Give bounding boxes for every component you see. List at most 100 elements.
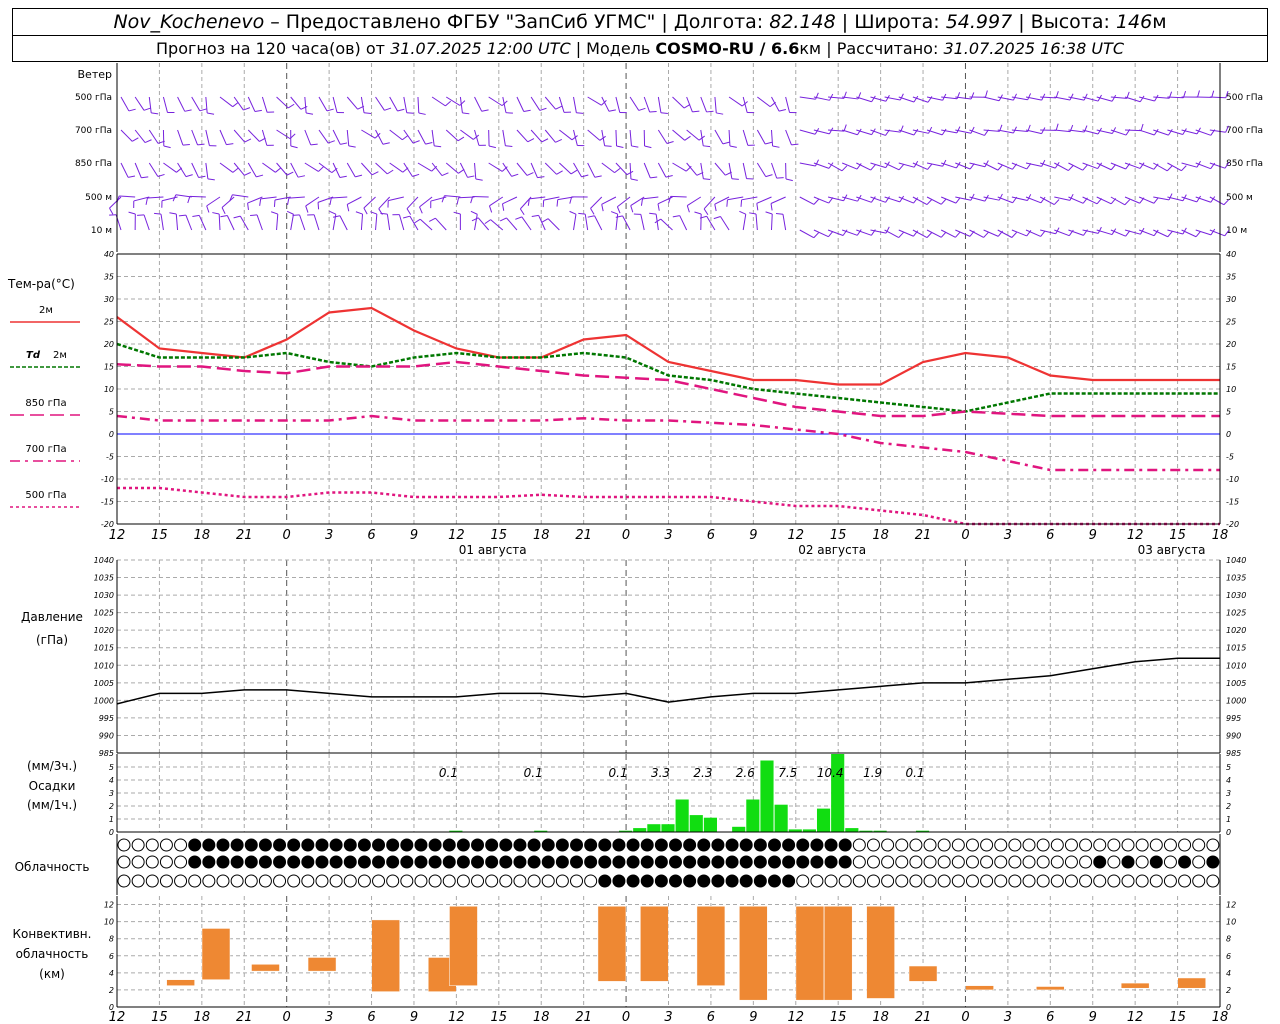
wind-barb-flag [630, 205, 634, 213]
x-tick-label: 18 [872, 528, 889, 543]
cloud-cover-symbol [357, 874, 371, 888]
x-tick-label: 21 [915, 528, 932, 543]
wind-barb [346, 96, 358, 110]
cloud-cover-symbol [838, 874, 852, 888]
cloud-cover-symbol [669, 855, 682, 869]
y-tick-label: 1000 [94, 696, 114, 705]
y-tick-label: 15 [104, 363, 114, 372]
wind-barb-flag [197, 143, 205, 146]
cloud-cover-symbol [711, 855, 725, 869]
cloud-cover-symbol [598, 855, 612, 869]
cloud-cover-symbol [1093, 855, 1107, 869]
wind-barb [388, 196, 404, 202]
wind-barb [720, 216, 730, 231]
wind-barb-flag [318, 166, 324, 172]
wind-barb-flag [683, 103, 691, 109]
wind-barb [983, 129, 1000, 132]
cloud-cover-symbol [400, 855, 414, 869]
wind-barb [1082, 129, 1099, 135]
wind-barb [175, 214, 179, 231]
x-tick-label-bottom: 15 [1169, 1010, 1186, 1024]
wind-barb [160, 214, 164, 231]
cloud-cover-symbol [145, 874, 159, 888]
y-tick-label-right: 10 [1226, 918, 1236, 927]
wind-barb [670, 195, 687, 198]
wind-barb [191, 162, 199, 178]
y-tick-label: 30 [104, 295, 114, 304]
wind-level-label: 850 гПа [75, 159, 112, 169]
cloud-cover-symbol [881, 874, 895, 888]
cloud-cover-symbol [570, 874, 584, 888]
wind-barb [318, 162, 333, 173]
wind-barb [672, 96, 685, 109]
wind-barb-flag [984, 90, 988, 98]
y-tick-label-right: 2 [1226, 986, 1231, 995]
cloud-cover-symbol [159, 838, 173, 852]
y-tick-label-right: 20 [1226, 340, 1236, 349]
wind-barb-flag [397, 108, 405, 112]
wind-barb-flag [1068, 165, 1074, 171]
wind-barb-flag [703, 208, 709, 215]
y-tick-label: 1040 [94, 556, 114, 565]
cloud-cover-symbol [937, 874, 951, 888]
wind-barb-flag [526, 172, 534, 176]
y-tick-label-right: 3 [1226, 789, 1231, 798]
wind-barb-flag [418, 112, 426, 115]
cloud-cover-symbol [287, 874, 301, 888]
wind-barb-flag [749, 212, 757, 215]
y-tick-label-right: -10 [1226, 475, 1239, 484]
y-tick-label: 3 [109, 789, 114, 798]
wind-barb-flag [233, 215, 241, 219]
convective-bar [1036, 986, 1065, 991]
wind-barb [660, 218, 673, 231]
cloud-cover-symbol [1178, 838, 1192, 852]
wind-barb [703, 196, 716, 210]
cloud-cover-symbol [357, 838, 371, 852]
wind-barb-flag [511, 173, 519, 177]
wind-barb [189, 195, 206, 198]
precip-total-label: 2.3 [693, 766, 712, 780]
wind-barb [1138, 196, 1155, 204]
wind-barb-flag [672, 215, 680, 218]
wind-barb [870, 162, 886, 169]
wind-barb [544, 96, 556, 110]
wind-barb [232, 194, 249, 198]
cloud-cover-symbol [626, 838, 640, 852]
cloud-cover-symbol [683, 855, 697, 869]
cloud-cover-symbol [866, 855, 880, 869]
wind-barb [398, 214, 405, 231]
y-tick-label: 40 [104, 250, 114, 259]
wind-barb-flag [441, 172, 449, 177]
y-tick-label-right: 4 [1226, 969, 1231, 978]
wind-barb-flag [1168, 193, 1173, 201]
wind-barb-flag [271, 211, 278, 215]
wind-barb-flag [207, 112, 215, 115]
y-tick-label: 995 [99, 714, 114, 723]
cloud-cover-symbol [697, 838, 711, 852]
wind-barb [205, 129, 210, 146]
wind-barb [148, 129, 159, 144]
wind-barb-flag [640, 198, 643, 206]
wind-barb-flag [187, 196, 191, 204]
wind-barb [163, 162, 177, 173]
wind-barb-flag [182, 144, 190, 146]
wind-barb [474, 214, 478, 231]
cloud-cover-symbol [994, 874, 1008, 888]
wind-barb-flag [199, 108, 207, 112]
wind-barb [590, 196, 603, 209]
cloud-cover-symbol [810, 855, 824, 869]
wind-barb [332, 129, 341, 145]
y-tick-label: 5 [109, 408, 114, 417]
cloud-cover-symbol [513, 855, 527, 869]
cloud-cover-symbol [1093, 838, 1107, 852]
legend-item: 700 гПа [10, 444, 80, 462]
wind-barb [360, 214, 364, 231]
wind-barb-flag [154, 212, 162, 215]
y-tick-label: 5 [109, 763, 114, 772]
wind-barb-flag [555, 138, 563, 143]
wind-barb [1025, 129, 1042, 135]
cloud-cover-symbol [937, 855, 951, 869]
cloud-cover-symbol [471, 838, 485, 852]
wind-barb [276, 162, 288, 176]
wind-barb-flag [143, 107, 151, 111]
